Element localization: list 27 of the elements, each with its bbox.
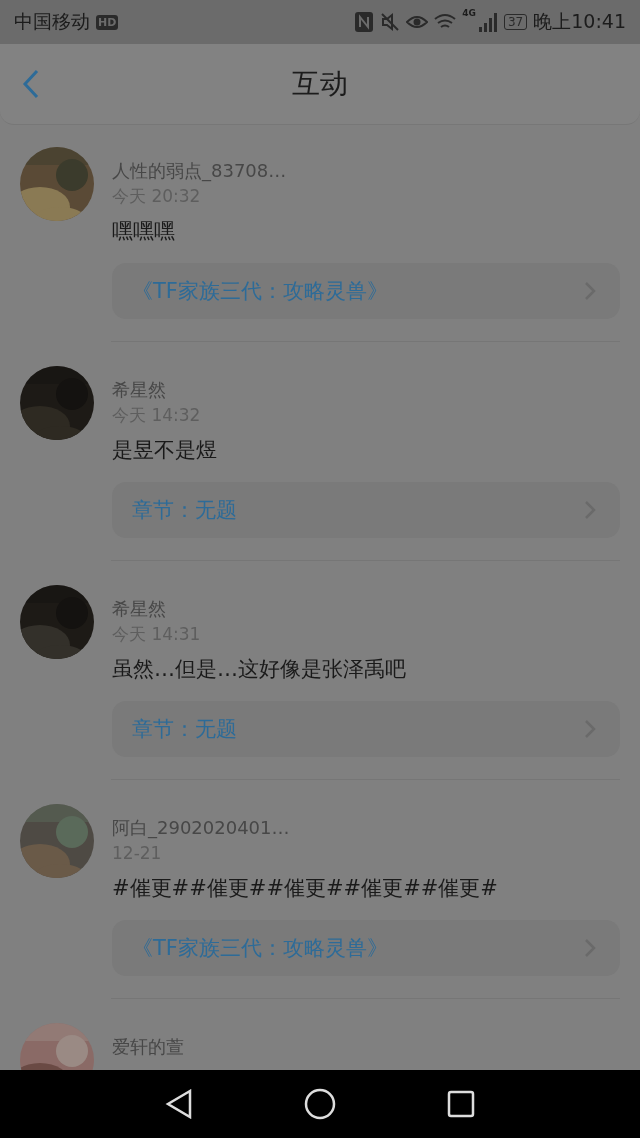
recents-nav-button[interactable] [446, 1090, 475, 1118]
battery-level: 37 [503, 14, 528, 30]
network-type: 4G [462, 8, 476, 18]
clock-time: 晚上10:41 [533, 9, 626, 34]
source-link[interactable]: 章节：无题 [112, 482, 620, 538]
comment-text: 虽然…但是…这好像是张泽禹吧 [112, 656, 407, 683]
signal-icon [477, 12, 498, 32]
user-name: 阿白_2902020401… [112, 816, 291, 840]
wifi-icon [434, 13, 457, 31]
nfc-icon [354, 11, 375, 33]
eye-icon [406, 14, 429, 30]
user-name: 希星然 [112, 597, 167, 621]
mute-icon [380, 12, 401, 32]
carrier-name: 中国移动 [14, 9, 90, 34]
source-link[interactable]: 《TF家族三代：攻略灵兽》 [112, 920, 620, 976]
comment-text: #催更##催更##催更##催更##催更# [112, 875, 499, 902]
page-title: 互动 [292, 66, 348, 102]
chevron-left-icon [22, 69, 40, 99]
user-name: 人性的弱点_83708… [112, 159, 288, 183]
comment-text: 嘿嘿嘿 [112, 218, 176, 245]
user-name: 希星然 [112, 378, 167, 402]
home-nav-button[interactable] [304, 1088, 336, 1120]
source-link[interactable]: 《TF家族三代：攻略灵兽》 [112, 263, 620, 319]
comment-text: 是昱不是煜 [112, 437, 218, 464]
source-link[interactable]: 章节：无题 [112, 701, 620, 757]
hd-badge: HD [96, 14, 119, 30]
back-nav-button[interactable] [165, 1089, 194, 1119]
